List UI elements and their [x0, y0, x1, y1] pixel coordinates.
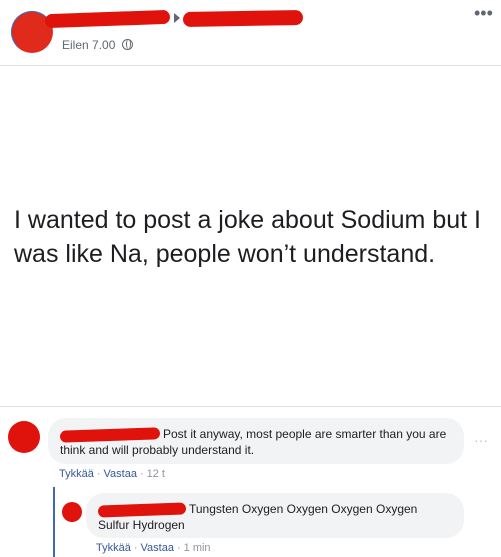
more-horizontal-icon[interactable]: ••• [474, 4, 493, 22]
reply-thread-line [53, 487, 55, 557]
commenter-avatar[interactable] [8, 421, 40, 453]
comment-time[interactable]: 12 t [147, 468, 165, 480]
redacted-commenter-name[interactable] [59, 427, 161, 443]
replier-avatar[interactable] [62, 502, 82, 522]
reply-bubble: Tungsten Oxygen Oxygen Oxygen Oxygen Sul… [86, 493, 464, 538]
reply-link[interactable]: Vastaa [141, 542, 174, 554]
like-link[interactable]: Tykkää [96, 542, 131, 554]
comment-actions: Tykkää · Vastaa · 12 t [59, 468, 165, 480]
redacted-author-name [44, 9, 171, 29]
reply-time[interactable]: 1 min [184, 542, 211, 554]
redacted-replier-name[interactable] [97, 502, 187, 518]
separator-dot: · [139, 468, 144, 480]
separator-dot: · [176, 542, 181, 554]
post-timestamp[interactable]: Eilen 7.00 [62, 38, 115, 52]
post-header: Eilen 7.00 ••• [0, 0, 501, 66]
triangle-right-icon [174, 13, 180, 23]
post-text: I wanted to post a joke about Sodium but… [14, 206, 481, 268]
globe-icon[interactable] [122, 39, 133, 50]
redacted-group-name [182, 9, 304, 28]
comment-more-icon[interactable]: ··· [474, 433, 488, 447]
comment-bubble: Post it anyway, most people are smarter … [48, 418, 464, 464]
reply-actions: Tykkää · Vastaa · 1 min [96, 542, 211, 554]
post-body: I wanted to post a joke about Sodium but… [0, 67, 501, 407]
like-link[interactable]: Tykkää [59, 468, 94, 480]
separator-dot: · [133, 542, 138, 554]
separator-dot: · [96, 468, 101, 480]
reply-link[interactable]: Vastaa [104, 468, 137, 480]
